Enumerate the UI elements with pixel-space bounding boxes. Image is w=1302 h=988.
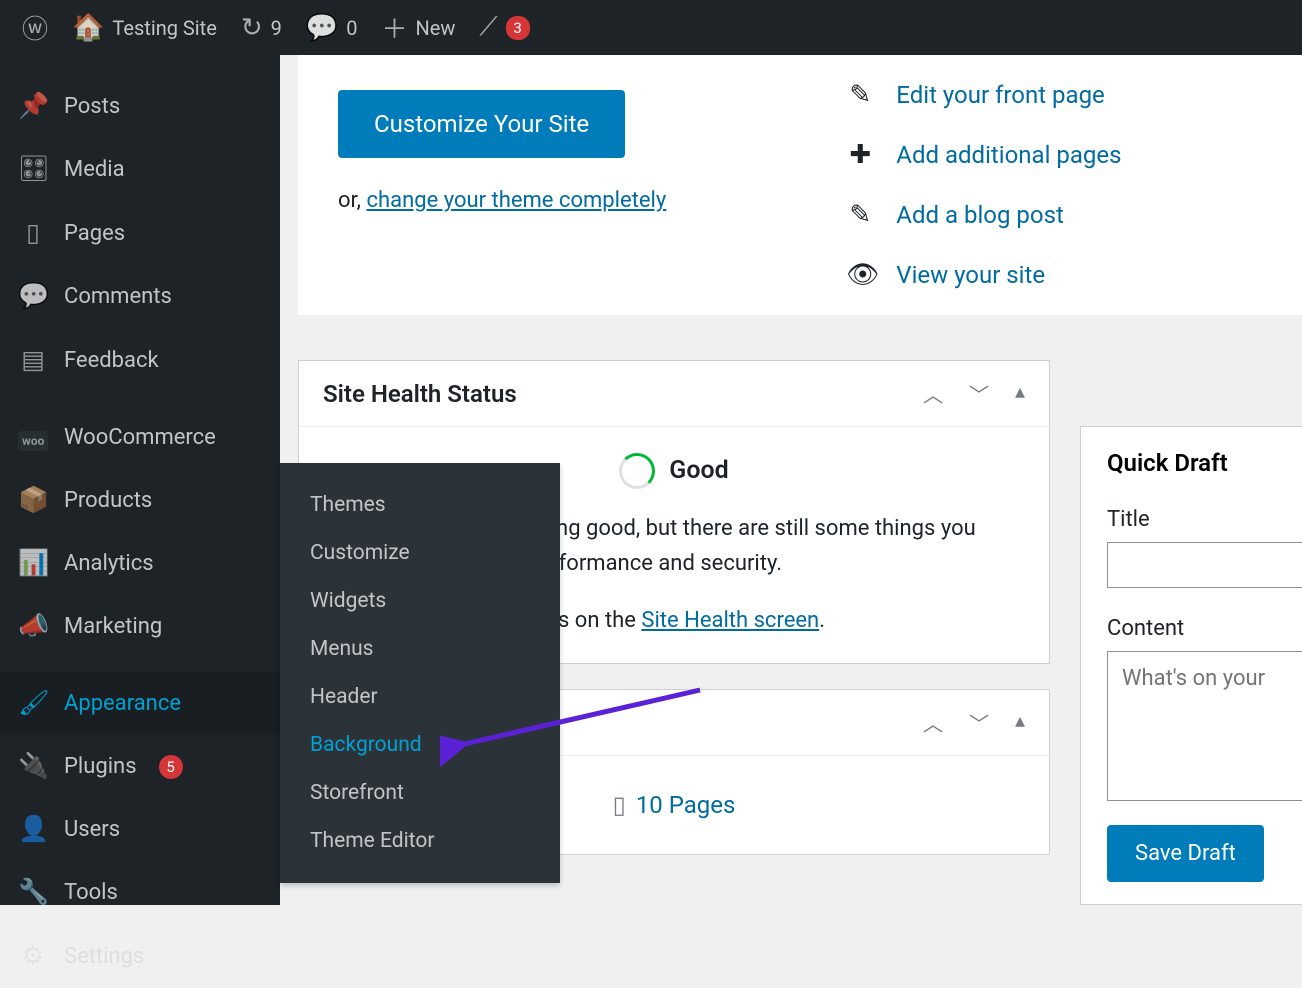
menu-analytics[interactable]: 📊Analytics [0, 532, 280, 595]
wordpress-icon: ⓦ [22, 9, 48, 46]
megaphone-icon: 📣 [18, 612, 48, 641]
edit-icon: ✎ [846, 80, 874, 110]
view-site-link[interactable]: 👁View your site [846, 260, 1121, 290]
comment-icon: 💬 [306, 13, 338, 43]
yoast-link[interactable]: ⟋3 [467, 0, 541, 55]
edit-front-page-link[interactable]: ✎Edit your front page [846, 80, 1121, 110]
site-name: Testing Site [112, 16, 216, 40]
add-pages-link[interactable]: ✚Add additional pages [846, 140, 1121, 170]
menu-posts[interactable]: 📌Posts [0, 75, 280, 138]
site-health-screen-link[interactable]: Site Health screen [641, 608, 819, 633]
change-theme-link[interactable]: change your theme completely [366, 188, 666, 213]
comments-link[interactable]: 💬0 [294, 0, 370, 55]
draft-title-input[interactable] [1107, 542, 1302, 588]
pin-icon: 📌 [18, 92, 48, 121]
update-icon: ↻ [241, 13, 263, 43]
panel-up-icon[interactable]: ︿ [923, 708, 943, 737]
pages-count-link[interactable]: 10 Pages [636, 791, 736, 819]
menu-products[interactable]: 📦Products [0, 469, 280, 532]
change-theme-line: or, change your theme completely [338, 188, 666, 213]
quick-draft-title: Quick Draft [1107, 449, 1302, 477]
brush-icon: 🖌 [18, 689, 48, 718]
panel-up-icon[interactable]: ︿ [923, 379, 943, 408]
menu-tools[interactable]: 🔧Tools [0, 861, 280, 924]
customize-site-button[interactable]: Customize Your Site [338, 90, 625, 158]
menu-woocommerce[interactable]: wooWooCommerce [0, 406, 280, 469]
health-status: Good [669, 451, 728, 491]
comments-count: 0 [346, 16, 357, 40]
site-health-title: Site Health Status [323, 380, 517, 408]
updates-link[interactable]: ↻9 [229, 0, 294, 55]
plus-icon: ＋ [382, 9, 408, 46]
appearance-submenu: Themes Customize Widgets Menus Header Ba… [280, 463, 560, 883]
page-icon: ▯ [18, 218, 48, 248]
products-icon: 📦 [18, 486, 48, 515]
add-blog-post-link[interactable]: ✎Add a blog post [846, 200, 1121, 230]
user-icon: 👤 [18, 815, 48, 844]
submenu-theme-editor[interactable]: Theme Editor [280, 817, 560, 865]
analytics-icon: 📊 [18, 549, 48, 578]
submenu-themes[interactable]: Themes [280, 481, 560, 529]
quick-draft-panel: Quick Draft Title Content Save Draft [1080, 426, 1302, 905]
submenu-customize[interactable]: Customize [280, 529, 560, 577]
submenu-storefront[interactable]: Storefront [280, 769, 560, 817]
plugin-icon: 🔌 [18, 752, 48, 781]
view-icon: 👁 [846, 260, 874, 290]
menu-users[interactable]: 👤Users [0, 798, 280, 861]
plus-icon: ✚ [846, 140, 874, 170]
menu-pages[interactable]: ▯Pages [0, 201, 280, 265]
menu-marketing[interactable]: 📣Marketing [0, 595, 280, 658]
media-icon: 🎛 [18, 155, 48, 184]
new-label: New [416, 16, 456, 40]
submenu-background[interactable]: Background [280, 721, 560, 769]
yoast-icon: ⟋ [479, 12, 497, 43]
menu-media[interactable]: 🎛Media [0, 138, 280, 201]
draft-content-label: Content [1107, 616, 1302, 641]
woo-icon: woo [18, 423, 48, 452]
notification-badge: 3 [506, 16, 530, 40]
panel-toggle-icon[interactable]: ▴ [1015, 708, 1025, 737]
wrench-icon: 🔧 [18, 878, 48, 907]
new-content-link[interactable]: ＋ New [370, 0, 468, 55]
plugins-count-badge: 5 [159, 755, 183, 779]
welcome-panel: Customize Your Site or, change your them… [298, 55, 1302, 315]
save-draft-button[interactable]: Save Draft [1107, 825, 1264, 882]
home-icon: 🏠 [72, 13, 104, 43]
submenu-menus[interactable]: Menus [280, 625, 560, 673]
updates-count: 9 [271, 16, 282, 40]
submenu-header[interactable]: Header [280, 673, 560, 721]
site-name-link[interactable]: 🏠 Testing Site [60, 0, 229, 55]
menu-feedback[interactable]: ▤Feedback [0, 328, 280, 392]
panel-down-icon[interactable]: ﹀ [969, 708, 989, 737]
menu-settings[interactable]: ⚙Settings [0, 924, 280, 988]
pages-icon: ▯ [613, 791, 626, 819]
admin-sidebar: 📌Posts 🎛Media ▯Pages 💬Comments ▤Feedback… [0, 55, 280, 905]
edit-icon: ✎ [846, 200, 874, 230]
panel-toggle-icon[interactable]: ▴ [1015, 379, 1025, 408]
comment-icon: 💬 [18, 282, 48, 311]
feedback-icon: ▤ [18, 345, 48, 375]
draft-title-label: Title [1107, 507, 1302, 532]
menu-comments[interactable]: 💬Comments [0, 265, 280, 328]
draft-content-textarea[interactable] [1107, 651, 1302, 801]
submenu-widgets[interactable]: Widgets [280, 577, 560, 625]
wp-logo[interactable]: ⓦ [10, 0, 60, 55]
menu-plugins[interactable]: 🔌Plugins5 [0, 735, 280, 798]
health-circle-icon [619, 453, 655, 489]
menu-appearance[interactable]: 🖌Appearance [0, 672, 280, 735]
gear-icon: ⚙ [18, 941, 48, 971]
panel-down-icon[interactable]: ﹀ [969, 379, 989, 408]
